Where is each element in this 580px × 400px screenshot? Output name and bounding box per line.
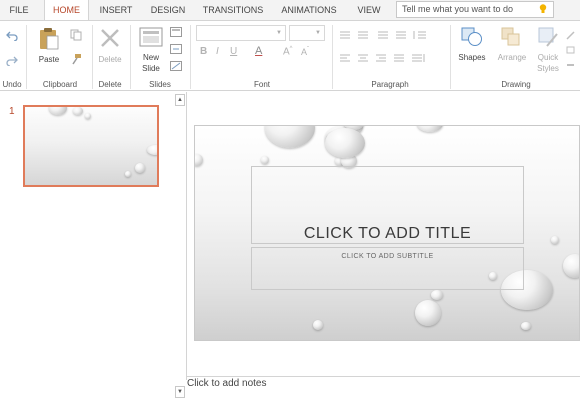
list-buttons-icon[interactable] xyxy=(338,30,438,40)
quick-styles-label-line2[interactable]: Styles xyxy=(532,64,564,73)
shrink-font-icon[interactable]: Aˇ xyxy=(301,47,309,57)
bold-icon[interactable]: B xyxy=(200,46,207,57)
water-drop-decor xyxy=(521,322,531,330)
group-label-undo: Undo xyxy=(2,80,22,89)
group-label-slides: Slides xyxy=(149,80,171,89)
tab-design[interactable]: DESIGN xyxy=(146,0,190,20)
tell-me-placeholder: Tell me what you want to do xyxy=(402,4,514,14)
new-slide-label-line1[interactable]: New xyxy=(135,53,167,62)
water-drop-decor xyxy=(125,171,131,177)
group-divider xyxy=(130,25,131,89)
reset-slide-icon[interactable] xyxy=(170,44,182,54)
font-size-select[interactable]: ▼ xyxy=(289,25,325,41)
chevron-down-icon: ▼ xyxy=(315,30,321,36)
thumbnail-scroll-down[interactable]: ▼ xyxy=(175,386,185,398)
undo-icon[interactable] xyxy=(6,30,18,41)
tab-transitions[interactable]: TRANSITIONS xyxy=(200,0,266,20)
chevron-down-icon: ▼ xyxy=(276,30,282,36)
water-drop-decor xyxy=(325,128,365,158)
alignment-buttons-icon[interactable] xyxy=(338,53,438,63)
paste-button[interactable]: Paste xyxy=(34,55,64,64)
group-label-delete: Delete xyxy=(98,80,122,89)
copy-icon[interactable] xyxy=(70,29,82,41)
new-slide-icon[interactable] xyxy=(139,27,163,47)
group-divider xyxy=(332,25,333,89)
group-label-font: Font xyxy=(253,80,270,89)
water-drop-decor xyxy=(49,107,67,115)
layout-icon[interactable] xyxy=(170,27,182,37)
tab-file[interactable]: FILE xyxy=(4,0,34,20)
group-divider xyxy=(450,25,451,89)
tab-insert[interactable]: INSERT xyxy=(95,0,137,20)
slide-number: 1 xyxy=(9,106,15,117)
paste-icon[interactable] xyxy=(38,27,60,51)
water-drop-decor xyxy=(147,145,157,155)
shapes-button[interactable]: Shapes xyxy=(454,53,490,62)
shapes-icon[interactable] xyxy=(460,26,484,48)
water-drop-decor xyxy=(417,126,443,132)
arrange-icon[interactable] xyxy=(500,26,522,48)
delete-icon xyxy=(101,29,119,47)
subtitle-placeholder[interactable]: CLICK TO ADD SUBTITLE xyxy=(251,247,524,290)
group-divider xyxy=(92,25,93,89)
new-slide-label-line2[interactable]: Slide xyxy=(135,64,167,73)
quick-styles-icon[interactable] xyxy=(537,26,559,48)
water-drop-decor xyxy=(135,163,145,173)
tab-animations[interactable]: ANIMATIONS xyxy=(276,0,342,20)
lightbulb-icon xyxy=(539,4,547,13)
notes-placeholder: Click to add notes xyxy=(187,378,267,389)
notes-pane[interactable]: Click to add notes xyxy=(187,376,580,400)
water-drop-decor xyxy=(415,300,441,326)
water-drop-decor xyxy=(195,154,203,166)
format-painter-icon[interactable] xyxy=(70,53,82,65)
section-icon[interactable] xyxy=(170,61,182,71)
water-drop-decor xyxy=(563,254,579,278)
water-drop-decor xyxy=(551,236,559,244)
group-divider xyxy=(190,25,191,89)
water-drop-decor xyxy=(73,107,83,115)
quick-styles-label-line1[interactable]: Quick xyxy=(532,53,564,62)
grow-font-icon[interactable]: A^ xyxy=(283,46,293,57)
delete-button[interactable]: Delete xyxy=(94,55,126,64)
title-placeholder[interactable]: CLICK TO ADD TITLE xyxy=(251,166,524,244)
water-drop-decor xyxy=(265,126,315,148)
group-label-paragraph: Paragraph xyxy=(371,80,409,89)
font-color-icon[interactable]: A xyxy=(255,45,262,57)
redo-icon[interactable] xyxy=(6,55,18,66)
italic-icon[interactable]: I xyxy=(216,46,219,57)
slide-subtitle: CLICK TO ADD SUBTITLE xyxy=(341,253,434,260)
font-family-select[interactable]: ▼ xyxy=(196,25,286,41)
slide-canvas[interactable]: CLICK TO ADD TITLE CLICK TO ADD SUBTITLE xyxy=(194,125,580,341)
ribbon: Undo Paste Clipboard Delete Delete New S… xyxy=(0,20,580,91)
group-label-drawing: Drawing xyxy=(501,80,531,89)
underline-icon[interactable]: U xyxy=(230,46,237,57)
water-drop-decor xyxy=(431,290,443,300)
tab-view[interactable]: VIEW xyxy=(352,0,386,20)
arrange-button[interactable]: Arrange xyxy=(493,53,531,62)
water-drop-decor xyxy=(261,156,269,164)
tell-me-search[interactable]: Tell me what you want to do xyxy=(396,1,554,18)
water-drop-decor xyxy=(85,113,91,119)
slide-title: CLICK TO ADD TITLE xyxy=(303,225,472,242)
thumbnail-scroll-up[interactable]: ▲ xyxy=(175,94,185,106)
tab-home[interactable]: HOME xyxy=(44,0,89,21)
shape-format-icons[interactable] xyxy=(566,31,576,71)
ribbon-tab-bar: FILE HOME INSERT DESIGN TRANSITIONS ANIM… xyxy=(0,0,580,21)
water-drop-decor xyxy=(313,320,323,330)
group-label-clipboard: Clipboard xyxy=(42,80,78,89)
slide-thumbnail-1[interactable] xyxy=(23,105,159,187)
group-divider xyxy=(26,25,27,89)
